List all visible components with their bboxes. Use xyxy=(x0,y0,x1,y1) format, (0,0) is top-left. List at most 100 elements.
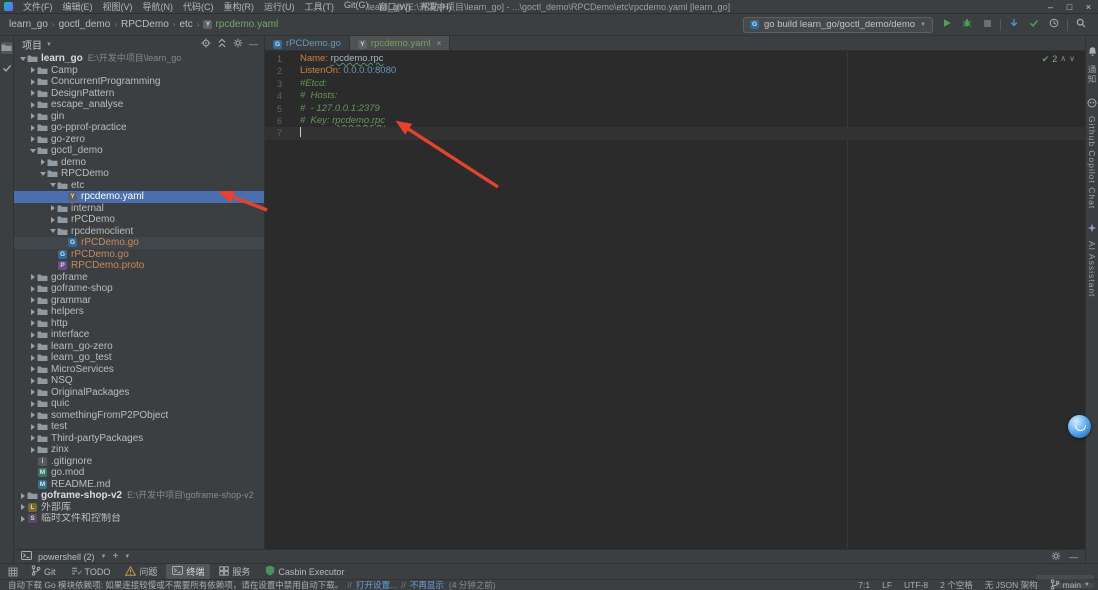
code-line-4[interactable]: 4 # Hosts: xyxy=(265,90,1085,102)
tree-toggle-icon[interactable] xyxy=(28,398,37,410)
tree-toggle-icon[interactable] xyxy=(28,295,37,307)
breadcrumb-item-learn-go[interactable]: learn_go xyxy=(6,19,51,30)
tree-item-grammar[interactable]: grammar xyxy=(14,295,264,307)
tree-toggle-icon[interactable] xyxy=(48,180,57,192)
menu-window[interactable]: 窗口(W) xyxy=(374,0,417,13)
tree-item-learn-go-test[interactable]: learn_go_test xyxy=(14,352,264,364)
debug-button[interactable] xyxy=(960,18,974,32)
code-line-1[interactable]: 1 Name: rpcdemo.rpc xyxy=(265,53,1085,65)
tree-toggle-icon[interactable] xyxy=(48,214,57,226)
tree-item-http[interactable]: http xyxy=(14,318,264,330)
menu-file[interactable]: 文件(F) xyxy=(18,0,58,13)
tool-window-switcher-icon[interactable] xyxy=(4,567,22,577)
tree-item-goframe-shop-v2[interactable]: goframe-shop-v2 E:\开发中项目\goframe-shop-v2 xyxy=(14,490,264,502)
next-problem-icon[interactable]: ∨ xyxy=(1069,53,1075,65)
tree-item-goframe[interactable]: goframe xyxy=(14,272,264,284)
menu-edit[interactable]: 编辑(E) xyxy=(58,0,98,13)
tree-toggle-icon[interactable] xyxy=(28,364,37,376)
tree-item-third-partypackages[interactable]: Third-partyPackages xyxy=(14,433,264,445)
tree-toggle-icon[interactable] xyxy=(28,341,37,353)
tree-toggle-icon[interactable] xyxy=(28,111,37,123)
run-configuration-select[interactable]: G go build learn_go/goctl_demo/demo ▼ xyxy=(742,16,933,33)
editor-tab-rpcdemo-go[interactable]: GrPCDemo.go xyxy=(265,36,350,50)
run-button[interactable] xyxy=(940,18,954,32)
vcs-update-button[interactable] xyxy=(1007,18,1021,32)
tree-toggle-icon[interactable] xyxy=(28,283,37,295)
collapse-all-icon[interactable] xyxy=(217,38,227,51)
search-button[interactable] xyxy=(1074,18,1088,32)
tree-toggle-icon[interactable] xyxy=(48,203,57,215)
tree-item-readme-md[interactable]: M README.md xyxy=(14,479,264,491)
tool-button-ai-assistant[interactable]: AI Assistant xyxy=(1087,220,1097,298)
tree-item-item-40[interactable]: S 临时文件和控制台 xyxy=(14,513,264,525)
breadcrumb-item-etc[interactable]: etc xyxy=(176,19,195,30)
tree-item-interface[interactable]: interface xyxy=(14,329,264,341)
tree-item-somethingfromp2pobject[interactable]: somethingFromP2PObject xyxy=(14,410,264,422)
inspection-widget[interactable]: ✔ 2 ∧ ∨ xyxy=(1042,53,1075,65)
tree-toggle-icon[interactable] xyxy=(38,157,47,169)
tree-item-gitignore[interactable]: I .gitignore xyxy=(14,456,264,468)
tree-item-camp[interactable]: Camp xyxy=(14,65,264,77)
tool-button-commit[interactable] xyxy=(1,63,13,75)
tool-window-button-item-2[interactable]: 问题 xyxy=(119,564,163,579)
status-segment-7-1[interactable]: 7:1 xyxy=(858,580,870,590)
tree-item-rpcdemo[interactable]: RPCDemo xyxy=(14,168,264,180)
tree-toggle-icon[interactable] xyxy=(28,444,37,456)
editor-tab-rpcdemo-yaml[interactable]: Yrpcdemo.yaml × xyxy=(349,36,451,50)
tree-item-originalpackages[interactable]: OriginalPackages xyxy=(14,387,264,399)
tree-toggle-icon[interactable] xyxy=(18,513,27,525)
status-segment-json[interactable]: 无 JSON 架构 xyxy=(985,579,1038,590)
settings-icon[interactable] xyxy=(233,38,243,51)
tree-item-rpcdemoclient[interactable]: rpcdemoclient xyxy=(14,226,264,238)
terminal-tab[interactable]: powershell (2) xyxy=(38,552,95,562)
tree-item-learn-go[interactable]: learn_go E:\开发中项目\learn_go xyxy=(14,53,264,65)
tree-item-learn-go-zero[interactable]: learn_go-zero xyxy=(14,341,264,353)
tool-window-button-item-4[interactable]: 服务 xyxy=(213,564,256,579)
tree-item-escape-analyse[interactable]: escape_analyse xyxy=(14,99,264,111)
tree-item-zinx[interactable]: zinx xyxy=(14,444,264,456)
code-line-6[interactable]: 6 # Key: rpcdemo.rpc xyxy=(265,115,1085,127)
tree-item-concurrentprogramming[interactable]: ConcurrentProgramming xyxy=(14,76,264,88)
vcs-commit-button[interactable] xyxy=(1027,18,1041,32)
tree-toggle-icon[interactable] xyxy=(28,352,37,364)
tool-window-button-item-3[interactable]: 终端 xyxy=(166,564,211,579)
menu-refactor[interactable]: 重构(R) xyxy=(219,0,260,13)
close-tab-icon[interactable]: × xyxy=(437,39,442,48)
window-close-button[interactable]: × xyxy=(1079,0,1098,14)
tool-window-button-todo[interactable]: TODO xyxy=(65,565,117,579)
tree-toggle-icon[interactable] xyxy=(38,168,47,180)
tool-button-github-copilot-chat[interactable]: Github Copilot Chat xyxy=(1087,95,1097,209)
tree-toggle-icon[interactable] xyxy=(28,272,37,284)
code-line-5[interactable]: 5 # - 127.0.0.1:2379 xyxy=(265,103,1085,115)
tree-toggle-icon[interactable] xyxy=(28,329,37,341)
tree-item-nsq[interactable]: NSQ xyxy=(14,375,264,387)
menu-git[interactable]: Git(G) xyxy=(339,0,374,13)
tree-item-goframe-shop[interactable]: goframe-shop xyxy=(14,283,264,295)
tree-toggle-icon[interactable] xyxy=(28,387,37,399)
tree-toggle-icon[interactable] xyxy=(18,490,27,502)
tool-button-item-0[interactable]: 通知 xyxy=(1086,44,1098,84)
tree-item-rpcdemo[interactable]: rPCDemo xyxy=(14,214,264,226)
prev-problem-icon[interactable]: ∧ xyxy=(1060,53,1066,65)
chevron-down-icon[interactable]: ▼ xyxy=(124,554,130,560)
tree-toggle-icon[interactable] xyxy=(28,410,37,422)
history-button[interactable] xyxy=(1047,18,1061,32)
tree-toggle-icon[interactable] xyxy=(48,226,57,238)
tree-item-microservices[interactable]: MicroServices xyxy=(14,364,264,376)
status-action-dismiss[interactable]: 不再显示 xyxy=(410,579,444,590)
tree-item-go-mod[interactable]: Mgo.mod xyxy=(14,467,264,479)
menu-code[interactable]: 代码(C) xyxy=(178,0,219,13)
tree-toggle-icon[interactable] xyxy=(28,134,37,146)
window-minimize-button[interactable]: – xyxy=(1041,0,1060,14)
tree-item-go-zero[interactable]: go-zero xyxy=(14,134,264,146)
menu-run[interactable]: 运行(U) xyxy=(259,0,300,13)
code-editor[interactable]: 1 Name: rpcdemo.rpc 2 ListenOn: 0.0.0.0:808… xyxy=(265,51,1085,549)
tree-item-designpattern[interactable]: DesignPattern xyxy=(14,88,264,100)
tree-toggle-icon[interactable] xyxy=(28,145,37,157)
tool-button-project[interactable] xyxy=(0,42,13,54)
tree-toggle-icon[interactable] xyxy=(18,502,27,514)
menu-tools[interactable]: 工具(T) xyxy=(300,0,340,13)
tree-toggle-icon[interactable] xyxy=(28,306,37,318)
tree-toggle-icon[interactable] xyxy=(28,99,37,111)
chevron-down-icon[interactable]: ▼ xyxy=(46,42,52,48)
